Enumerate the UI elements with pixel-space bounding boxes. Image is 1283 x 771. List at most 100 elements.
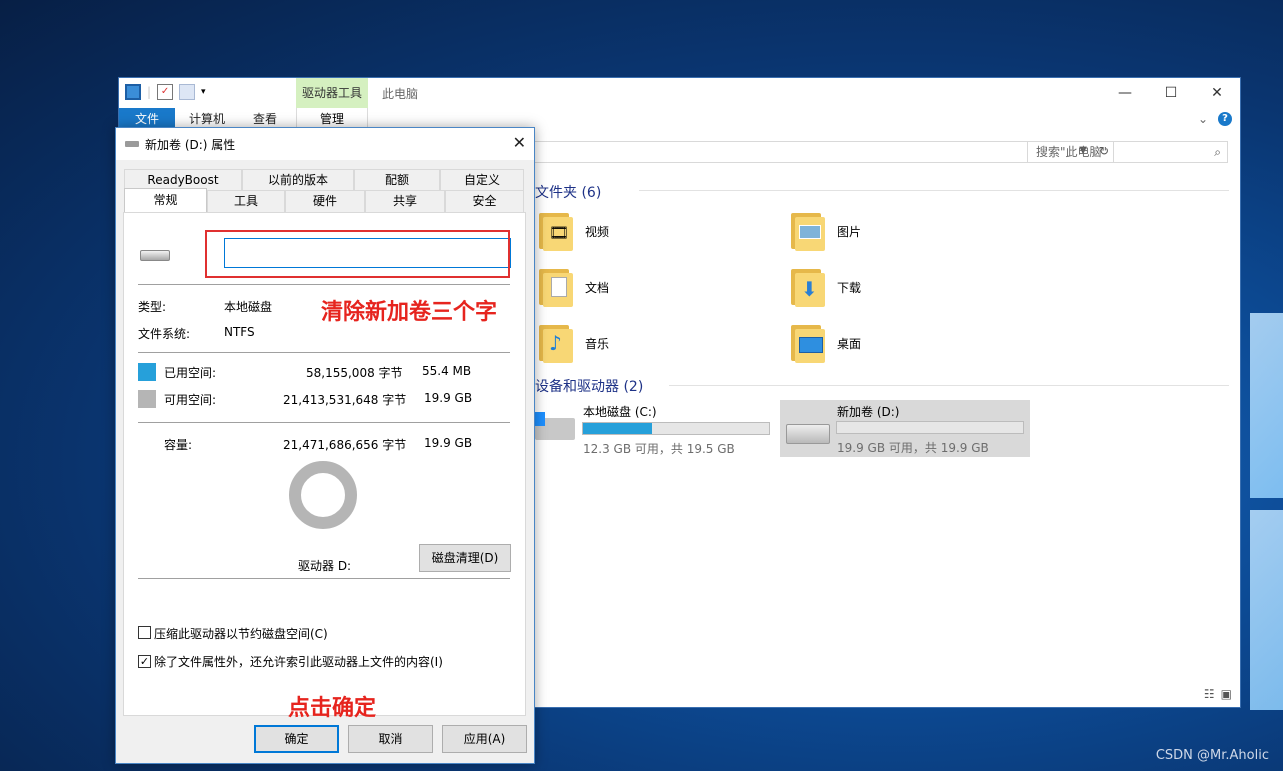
dialog-titlebar: 新加卷 (D:) 属性 ✕	[116, 128, 534, 160]
folders-heading[interactable]: 文件夹 (6)	[535, 182, 601, 202]
annotation-click-ok: 点击确定	[288, 696, 377, 721]
cancel-button[interactable]: 取消	[348, 725, 433, 753]
drive-c-usage-fill	[583, 423, 652, 434]
customize-qat-icon[interactable]: ▾	[201, 87, 206, 97]
windows-logo-pane	[1250, 313, 1283, 498]
folder-name: 桌面	[837, 336, 862, 351]
disk-usage-donut-chart	[289, 461, 357, 529]
downloads-folder-icon: ⬇	[791, 267, 827, 307]
drive-small-icon	[125, 141, 139, 147]
tab-quota[interactable]: 配额	[354, 169, 440, 191]
folder-name: 视频	[585, 224, 610, 239]
search-placeholder: 搜索"此电脑"	[1036, 145, 1108, 159]
annotation-clear-text: 清除新加卷三个字	[321, 300, 498, 325]
details-view-icon[interactable]: ☷	[1204, 687, 1215, 701]
folder-item[interactable]: 文档	[539, 267, 609, 307]
compress-checkbox[interactable]	[138, 626, 151, 639]
maximize-icon[interactable]: ☐	[1148, 78, 1194, 108]
drive-d-item[interactable]: 新加卷 (D:) 19.9 GB 可用，共 19.9 GB	[780, 400, 1030, 457]
divider	[138, 352, 510, 353]
disk-cleanup-button[interactable]: 磁盘清理(D)	[419, 544, 511, 572]
music-folder-icon: ♪	[539, 323, 575, 363]
drive-d-usage-bar	[836, 421, 1024, 434]
tab-security[interactable]: 安全	[445, 190, 524, 212]
dialog-title: 新加卷 (D:) 属性	[145, 138, 236, 152]
address-bar[interactable]: ▼ ↻	[514, 141, 1114, 163]
tab-previous-versions[interactable]: 以前的版本	[242, 169, 354, 191]
folder-item[interactable]: 图片	[791, 211, 861, 251]
computer-icon[interactable]	[125, 84, 141, 100]
expand-ribbon-icon[interactable]: ⌄	[1198, 112, 1208, 126]
watermark: CSDN @Mr.Aholic	[1155, 748, 1269, 763]
capacity-size: 19.9 GB	[424, 436, 473, 450]
used-space-swatch	[138, 363, 156, 381]
drive-large-icon	[140, 250, 170, 261]
properties-icon[interactable]: ✓	[157, 84, 174, 100]
video-folder-icon: 🎞	[539, 211, 575, 251]
folder-name: 下载	[837, 280, 862, 295]
used-space-label: 已用空间:	[164, 366, 217, 380]
folder-item[interactable]: ⬇ 下载	[791, 267, 861, 307]
filesystem-label: 文件系统:	[138, 327, 191, 341]
pictures-folder-icon	[791, 211, 827, 251]
free-space-bytes: 21,413,531,648 字节	[283, 393, 407, 407]
drive-name: 本地磁盘 (C:)	[583, 405, 657, 419]
drive-c-usage-bar	[582, 422, 770, 435]
properties-dialog: 新加卷 (D:) 属性 ✕ ReadyBoost 以前的版本 配额 自定义 常规…	[115, 127, 535, 764]
window-title: 此电脑	[382, 87, 419, 101]
minimize-icon[interactable]: —	[1102, 78, 1148, 108]
tab-row-bottom: 常规 工具 硬件 共享 安全	[124, 188, 524, 212]
folder-item[interactable]: 🎞 视频	[539, 211, 609, 251]
tab-general[interactable]: 常规	[124, 188, 207, 212]
tab-customize[interactable]: 自定义	[440, 169, 524, 191]
documents-folder-icon	[539, 267, 575, 307]
drive-icon	[786, 424, 830, 444]
drive-tools-context-tab[interactable]: 驱动器工具	[296, 78, 368, 108]
section-divider	[669, 385, 1229, 386]
quick-access-toolbar: | ✓ ▾	[125, 84, 206, 100]
index-label[interactable]: 除了文件属性外，还允许索引此驱动器上文件的内容(I)	[154, 653, 443, 670]
folder-name: 图片	[837, 224, 862, 239]
search-icon[interactable]: ⌕	[1214, 142, 1221, 162]
type-value: 本地磁盘	[224, 300, 273, 314]
large-icons-view-icon[interactable]: ▣	[1221, 687, 1232, 701]
caption-buttons: — ☐ ✕	[1102, 78, 1240, 108]
free-space-size: 19.9 GB	[424, 391, 473, 405]
drive-name: 新加卷 (D:)	[837, 405, 900, 419]
annotation-highlight-box	[205, 230, 510, 278]
drive-d-detail: 19.9 GB 可用，共 19.9 GB	[837, 441, 989, 455]
help-icon[interactable]: ?	[1218, 112, 1232, 126]
filesystem-value: NTFS	[224, 325, 255, 339]
new-folder-icon[interactable]	[179, 84, 196, 100]
divider	[138, 578, 510, 579]
windows-logo-pane	[1250, 510, 1283, 710]
folder-item[interactable]: ♪ 音乐	[539, 323, 609, 363]
free-space-label: 可用空间:	[164, 393, 217, 407]
dialog-close-icon[interactable]: ✕	[513, 133, 526, 152]
devices-heading[interactable]: 设备和驱动器 (2)	[535, 376, 643, 396]
capacity-bytes: 21,471,686,656 字节	[283, 438, 407, 452]
apply-button[interactable]: 应用(A)	[442, 725, 527, 753]
folder-name: 文档	[585, 280, 610, 295]
divider	[138, 422, 510, 423]
tab-sharing[interactable]: 共享	[365, 190, 445, 212]
tab-hardware[interactable]: 硬件	[285, 190, 365, 212]
divider	[138, 284, 510, 285]
type-label: 类型:	[138, 300, 167, 314]
folder-item[interactable]: 桌面	[791, 323, 861, 363]
explorer-titlebar: | ✓ ▾ 驱动器工具 此电脑 — ☐ ✕	[119, 78, 1240, 108]
ribbon-right-controls: ⌄ ?	[1198, 112, 1232, 126]
used-space-size: 55.4 MB	[422, 364, 472, 378]
used-space-bytes: 58,155,008 字节	[306, 366, 403, 380]
drive-letter-label: 驱动器 D:	[298, 559, 352, 573]
index-checkbox[interactable]: ✓	[138, 655, 151, 668]
ok-button[interactable]: 确定	[254, 725, 339, 753]
tab-tools[interactable]: 工具	[207, 190, 285, 212]
compress-label[interactable]: 压缩此驱动器以节约磁盘空间(C)	[154, 625, 328, 642]
drive-c-item[interactable]: 本地磁盘 (C:) 12.3 GB 可用，共 19.5 GB	[529, 400, 779, 456]
view-toggle: ☷ ▣	[1204, 687, 1232, 701]
section-divider	[639, 190, 1229, 191]
close-icon[interactable]: ✕	[1194, 78, 1240, 108]
desktop-folder-icon	[791, 323, 827, 363]
search-input[interactable]: 搜索"此电脑" ⌕	[1027, 141, 1228, 163]
